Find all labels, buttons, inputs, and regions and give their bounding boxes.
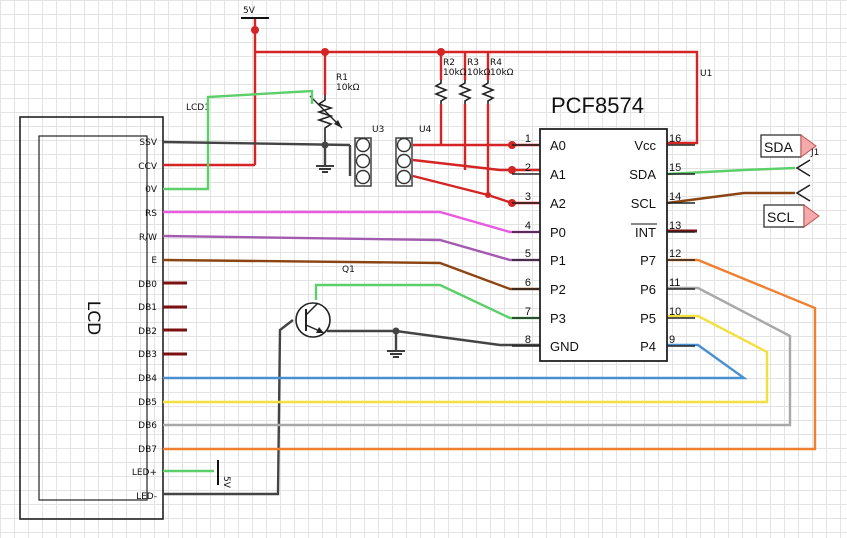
chip-pin-num-11: 11 <box>669 277 680 289</box>
q1-label: Q1 <box>342 265 355 275</box>
chip-pin-gnd: GND <box>550 339 579 354</box>
lcd-pin-led-plus: LED+ <box>132 468 157 478</box>
lcd-pin-db0: DB0 <box>138 280 157 290</box>
chip-pin-p3: P3 <box>550 311 566 326</box>
r3-name: R3 <box>467 58 479 68</box>
unused-db-stubs <box>163 281 187 356</box>
chip-pin-num-3: 3 <box>525 191 531 203</box>
chip-pin-a1: A1 <box>550 167 566 182</box>
lcd-pin-rs: RS <box>145 209 157 219</box>
lcd-pin-db6: DB6 <box>138 421 157 431</box>
chip-pin-num-7: 7 <box>525 306 531 318</box>
chip-pin-num-10: 10 <box>669 306 681 318</box>
chip-pin-p6: P6 <box>640 282 656 297</box>
jumper-u4 <box>395 137 413 187</box>
ground-symbol-1 <box>316 165 334 173</box>
r2-value: 10kΩ <box>443 68 467 78</box>
led-supply-label: 5V <box>221 476 231 489</box>
lcd-module-label: LCD1 <box>186 103 210 113</box>
r1-potentiometer <box>309 95 343 145</box>
transistor-q1 <box>295 302 331 338</box>
chip-pin-int: INT <box>635 225 656 240</box>
chip-pin-num-2: 2 <box>525 162 531 174</box>
chip-pin-a2: A2 <box>550 196 566 211</box>
r4-value: 10kΩ <box>490 68 514 78</box>
jumper-u4-label: U4 <box>419 125 432 135</box>
wire-sda <box>666 166 796 176</box>
chip-pin-num-8: 8 <box>525 334 531 346</box>
wire-db7 <box>163 258 817 451</box>
chip-ref: U1 <box>700 69 712 79</box>
wire-rs <box>163 210 540 234</box>
chip-pin-scl: SCL <box>631 196 656 211</box>
lcd-pin-db4: DB4 <box>138 374 157 384</box>
jumper-u3-label: U3 <box>372 125 384 135</box>
gnd-junction-1 <box>321 141 329 149</box>
lcd-body-label: LCD <box>83 301 103 335</box>
chip-pin-num-16: 16 <box>669 133 681 145</box>
chip-pin-num-1: 1 <box>525 133 531 145</box>
supply-label: 5V <box>243 6 256 16</box>
chip-pin-vcc: Vcc <box>634 138 656 153</box>
chip-pin-num-9: 9 <box>669 334 675 346</box>
schematic-diagram: LCD LCD1 SSV CCV 0V RS R/W E DB0 DB1 DB2… <box>19 6 820 520</box>
chip-pin-num-13: 13 <box>669 220 681 232</box>
r1-value: 10kΩ <box>336 83 360 93</box>
wire-db5 <box>163 314 769 404</box>
chip-pin-p4: P4 <box>640 339 656 354</box>
chip-pin-sda: SDA <box>629 167 656 182</box>
chip-pin-num-15: 15 <box>669 162 681 174</box>
ground-symbol-2 <box>387 350 405 358</box>
chip-pin-num-5: 5 <box>525 248 531 260</box>
net-label-sda: SDA <box>760 134 817 158</box>
r2-name: R2 <box>443 58 455 68</box>
lcd-pin-db3: DB3 <box>138 350 157 360</box>
wire-rw <box>162 234 540 262</box>
chip-pin-p1: P1 <box>550 253 566 268</box>
wire-scl <box>666 191 795 205</box>
gnd-junction-2 <box>392 327 400 335</box>
r1-name: R1 <box>336 73 348 83</box>
chip-pin-num-12: 12 <box>669 248 681 260</box>
chip-pin-p5: P5 <box>640 311 656 326</box>
jumper-u3 <box>354 137 372 187</box>
lcd-pin-ssv: SSV <box>139 138 157 148</box>
r3-value: 10kΩ <box>467 68 491 78</box>
pcf8574-body <box>539 128 668 362</box>
chip-pin-a0: A0 <box>550 138 566 153</box>
lcd-pin-db7: DB7 <box>138 445 157 455</box>
net-label-scl: SCL <box>763 204 820 228</box>
connector-fork <box>795 159 811 202</box>
lcd-pin-led-minus: LED- <box>136 492 157 502</box>
lcd-pin-rw: R/W <box>139 233 157 243</box>
lcd-pin-db5: DB5 <box>138 398 157 408</box>
lcd-pin-0v: 0V <box>145 185 158 195</box>
lcd-pin-ccv: CCV <box>138 162 158 172</box>
lcd-pin-db1: DB1 <box>138 303 157 313</box>
lcd-pin-db2: DB2 <box>138 327 157 337</box>
chip-pin-p0: P0 <box>550 225 566 240</box>
connector-ref: J1 <box>810 148 819 158</box>
chip-pin-num-6: 6 <box>525 277 531 289</box>
chip-name: PCF8574 <box>551 93 644 118</box>
chip-pin-num-4: 4 <box>525 220 531 232</box>
chip-pin-p2: P2 <box>550 282 566 297</box>
wire-p3 <box>314 283 540 320</box>
svg-text:SCL: SCL <box>767 209 794 225</box>
chip-pin-p7: P7 <box>640 253 656 268</box>
pullup-resistors <box>433 80 496 104</box>
svg-text:SDA: SDA <box>764 139 793 155</box>
wire-db6 <box>163 286 792 427</box>
r4-name: R4 <box>490 58 502 68</box>
chip-pin-num-14: 14 <box>669 191 681 203</box>
lcd-pin-e: E <box>151 256 157 266</box>
